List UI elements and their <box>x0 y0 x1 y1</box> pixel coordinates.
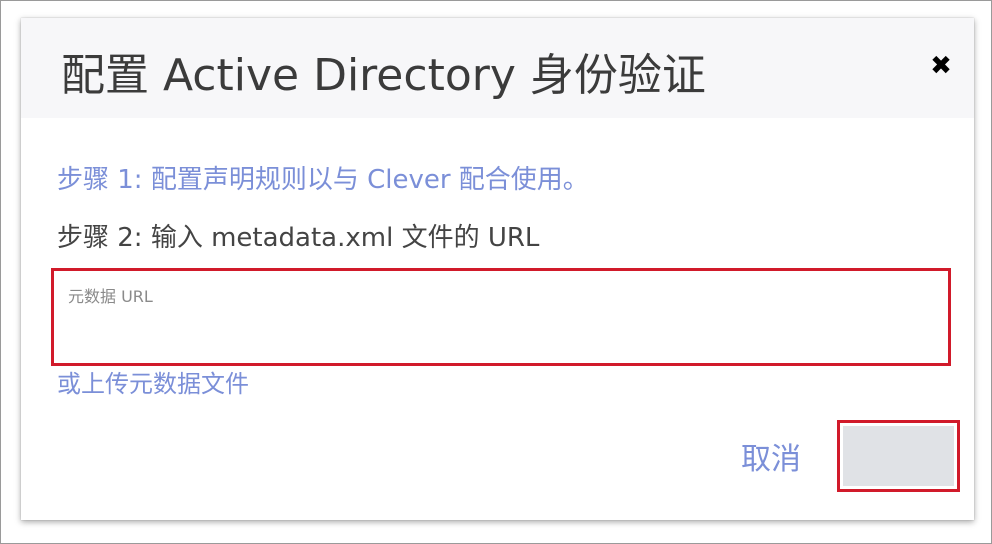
step2-label: 步骤 2: 输入 metadata.xml 文件的 URL <box>57 223 540 253</box>
upload-metadata-file-link[interactable]: 或上传元数据文件 <box>57 366 249 402</box>
ok-button[interactable] <box>843 426 954 486</box>
screenshot-frame: 配置 Active Directory 身份验证 ✖ 步骤 1: 配置声明规则以… <box>0 0 992 544</box>
ok-button-highlight <box>837 420 960 492</box>
configure-ad-auth-dialog: 配置 Active Directory 身份验证 ✖ 步骤 1: 配置声明规则以… <box>21 18 974 520</box>
cancel-button[interactable]: 取消 <box>741 438 801 482</box>
step1-link[interactable]: 步骤 1: 配置声明规则以与 Clever 配合使用。 <box>57 160 589 200</box>
metadata-url-highlight <box>51 268 951 366</box>
dialog-header: 配置 Active Directory 身份验证 ✖ <box>21 18 974 118</box>
metadata-url-input[interactable] <box>66 275 930 317</box>
dialog-title: 配置 Active Directory 身份验证 <box>61 50 706 101</box>
close-icon[interactable]: ✖ <box>927 52 955 80</box>
